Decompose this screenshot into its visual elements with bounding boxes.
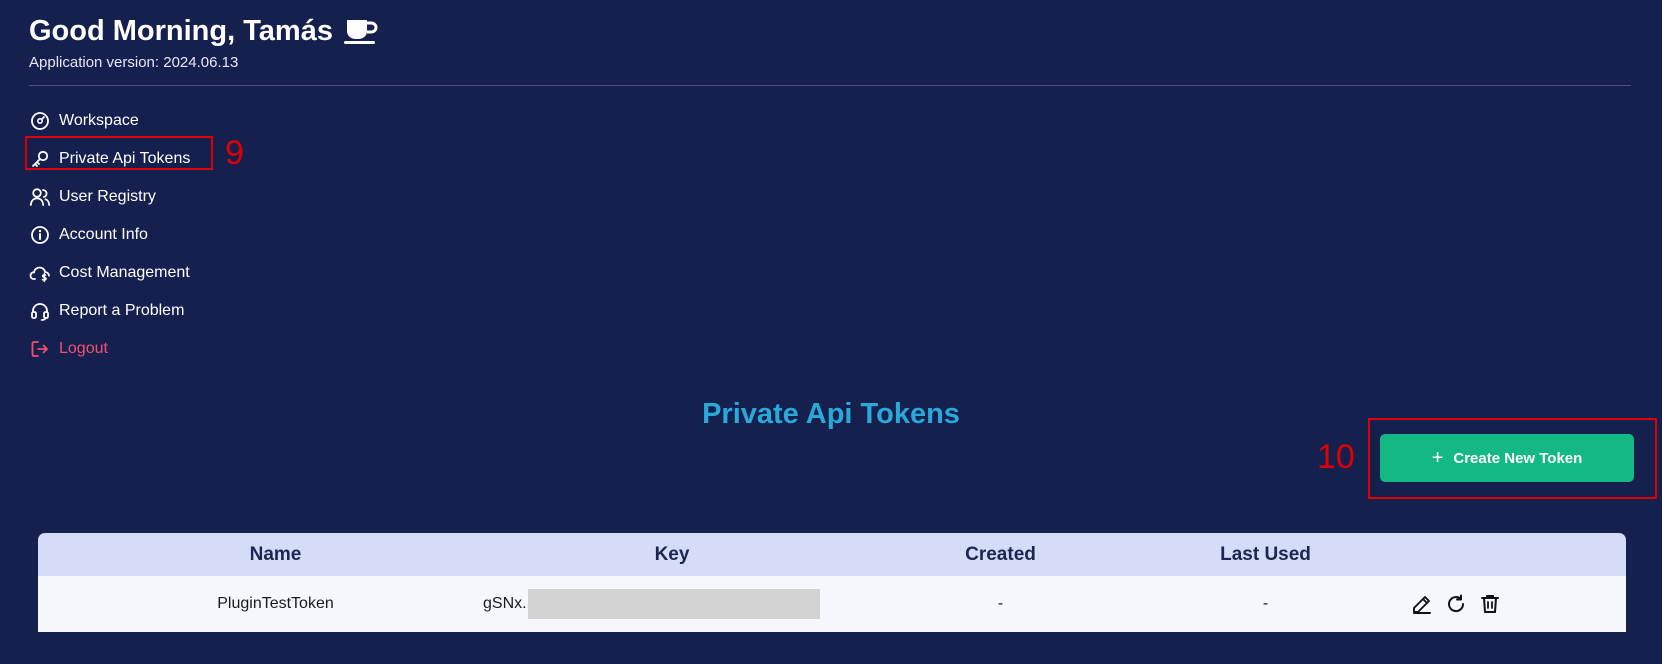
- sidebar-item-label: Account Info: [59, 226, 148, 243]
- column-header-created: Created: [965, 543, 1036, 565]
- app-version: Application version: 2024.06.13: [29, 54, 239, 71]
- token-last-used-cell: -: [1262, 595, 1269, 612]
- column-header-last-used: Last Used: [1220, 543, 1311, 565]
- greeting: Good Morning, Tamás: [29, 14, 379, 48]
- users-icon: [29, 186, 51, 208]
- app-root: Good Morning, Tamás Application version:…: [0, 0, 1662, 664]
- info-icon: [29, 224, 51, 246]
- plus-icon: +: [1431, 447, 1444, 469]
- sidebar-item-logout[interactable]: Logout: [29, 330, 190, 368]
- sidebar-item-label: Logout: [59, 340, 108, 357]
- column-header-key: Key: [654, 543, 690, 565]
- tokens-table: Name Key Created Last Used PluginTestTok…: [38, 533, 1626, 632]
- sidebar-item-private-api-tokens[interactable]: Private Api Tokens: [29, 140, 190, 178]
- sidebar-item-label: Cost Management: [59, 264, 190, 281]
- sidebar-item-user-registry[interactable]: User Registry: [29, 178, 190, 216]
- column-header-name: Name: [249, 543, 302, 565]
- sidebar-item-label: Report a Problem: [59, 302, 185, 319]
- annotation-label-9: 9: [225, 134, 244, 172]
- sidebar-nav: Workspace Private Api Tokens User Regist…: [29, 102, 190, 368]
- key-icon: [29, 148, 51, 170]
- create-new-token-button[interactable]: + Create New Token: [1380, 434, 1634, 482]
- header: Good Morning, Tamás Application version:…: [29, 14, 379, 71]
- sidebar-item-label: Workspace: [59, 112, 139, 129]
- header-divider: [29, 85, 1631, 86]
- annotation-label-10: 10: [1317, 438, 1355, 476]
- sidebar-item-label: User Registry: [59, 188, 156, 205]
- coffee-cup-icon: [343, 17, 379, 45]
- sidebar-item-label: Private Api Tokens: [59, 150, 191, 167]
- sidebar-item-cost-management[interactable]: Cost Management: [29, 254, 190, 292]
- token-key-cell: gSNx.: [468, 576, 868, 632]
- refresh-icon[interactable]: [1444, 592, 1468, 616]
- edit-icon[interactable]: [1410, 592, 1434, 616]
- token-key-mask: [527, 589, 820, 619]
- trash-icon[interactable]: [1478, 592, 1502, 616]
- headset-icon: [29, 300, 51, 322]
- greeting-text: Good Morning, Tamás: [29, 15, 333, 47]
- create-new-token-label: Create New Token: [1453, 449, 1583, 467]
- token-key-prefix: gSNx.: [483, 595, 527, 612]
- sidebar-item-workspace[interactable]: Workspace: [29, 102, 190, 140]
- logout-icon: [29, 338, 51, 360]
- cloud-dollar-icon: [29, 262, 51, 284]
- row-actions: [1410, 576, 1502, 632]
- token-created-cell: -: [997, 595, 1004, 612]
- table-row: PluginTestToken gSNx. - -: [38, 576, 1626, 632]
- token-name-cell: PluginTestToken: [217, 595, 334, 612]
- table-header-row: Name Key Created Last Used: [38, 533, 1626, 576]
- page-title: Private Api Tokens: [702, 398, 960, 430]
- sidebar-item-report-a-problem[interactable]: Report a Problem: [29, 292, 190, 330]
- workspace-icon: [29, 110, 51, 132]
- sidebar-item-account-info[interactable]: Account Info: [29, 216, 190, 254]
